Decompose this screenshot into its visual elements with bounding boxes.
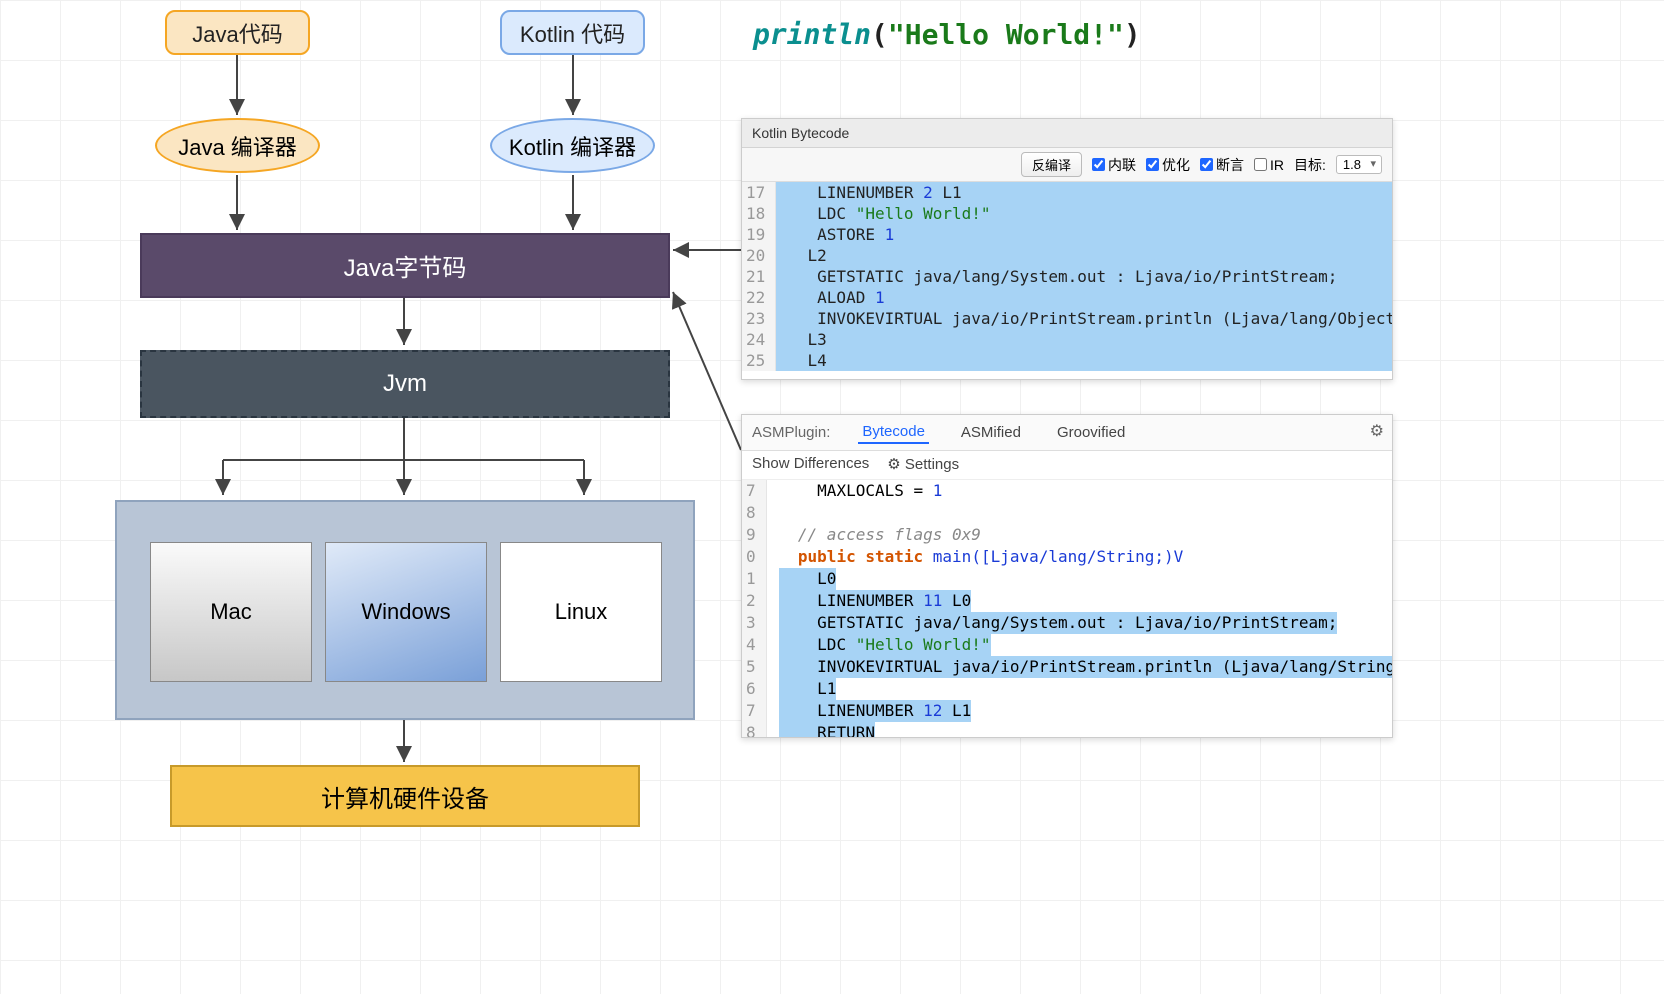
kotlin-code-area: 171819202122232425 LINENUMBER 2 L1 LDC "… [742,182,1392,371]
jvm-label: Jvm [383,370,427,398]
opt-checkbox[interactable]: 优化 [1146,155,1190,175]
windows-os-node[interactable]: Windows [325,542,487,682]
linux-label: Linux [555,599,608,625]
diagram-canvas: Java代码 Kotlin 代码 Java 编译器 Kotlin 编译器 Jav… [0,0,1664,994]
mac-os-node[interactable]: Mac [150,542,312,682]
show-diff-link[interactable]: Show Differences [752,455,869,473]
java-bytecode-node[interactable]: Java字节码 [140,233,670,298]
snippet-string: "Hello World!" [888,18,1124,51]
snippet-fn: println [753,18,871,51]
kotlin-panel-toolbar: 反编译 内联 优化 断言 IR 目标: 1.8 [742,148,1392,182]
kotlin-gutter: 171819202122232425 [742,182,776,371]
inline-check-input[interactable] [1092,158,1105,171]
java-compiler-label: Java 编译器 [178,130,297,162]
target-select[interactable]: 1.8 [1336,155,1382,174]
kotlin-panel-title: Kotlin Bytecode [742,119,1392,148]
tab-asmified[interactable]: ASMified [957,422,1025,443]
settings-link[interactable]: ⚙ Settings [887,455,959,473]
kotlin-code-label: Kotlin 代码 [520,17,625,49]
asm-code-area: 789012345678 MAXLOCALS = 1 // access fla… [742,480,1392,738]
tab-bytecode[interactable]: Bytecode [858,421,929,444]
kotlin-compiler-node[interactable]: Kotlin 编译器 [490,118,655,173]
inline-checkbox[interactable]: 内联 [1092,155,1136,175]
linux-os-node[interactable]: Linux [500,542,662,682]
code-snippet: println("Hello World!") [753,18,1141,51]
windows-label: Windows [361,599,450,625]
java-code-label: Java代码 [192,17,282,49]
assert-checkbox[interactable]: 断言 [1200,155,1244,175]
asm-plugin-panel: ASMPlugin: Bytecode ASMified Groovified … [741,414,1393,738]
decompile-button[interactable]: 反编译 [1021,152,1082,177]
kotlin-code-node[interactable]: Kotlin 代码 [500,10,645,55]
asm-plugin-label: ASMPlugin: [752,424,830,441]
assert-check-input[interactable] [1200,158,1213,171]
tab-groovified[interactable]: Groovified [1053,422,1129,443]
hardware-node[interactable]: 计算机硬件设备 [170,765,640,827]
asm-code-body[interactable]: MAXLOCALS = 1 // access flags 0x9 public… [767,480,1393,738]
bytecode-label: Java字节码 [344,248,467,283]
asm-tabs: ASMPlugin: Bytecode ASMified Groovified … [742,415,1392,451]
jvm-node[interactable]: Jvm [140,350,670,418]
kotlin-bytecode-panel: Kotlin Bytecode 反编译 内联 优化 断言 IR 目标: 1.8 … [741,118,1393,380]
java-compiler-node[interactable]: Java 编译器 [155,118,320,173]
mac-label: Mac [210,599,252,625]
kotlin-code-body[interactable]: LINENUMBER 2 L1 LDC "Hello World!" ASTOR… [776,182,1393,371]
close-paren: ) [1124,18,1141,51]
asm-subtoolbar: Show Differences ⚙ Settings [742,451,1392,480]
target-label: 目标: [1294,155,1326,175]
kotlin-compiler-label: Kotlin 编译器 [509,130,636,162]
gear-icon[interactable]: ⚙ [1370,421,1384,441]
hardware-label: 计算机硬件设备 [321,779,489,814]
opt-check-input[interactable] [1146,158,1159,171]
ir-checkbox[interactable]: IR [1254,157,1284,173]
open-paren: ( [871,18,888,51]
java-code-node[interactable]: Java代码 [165,10,310,55]
asm-gutter: 789012345678 [742,480,767,738]
ir-check-input[interactable] [1254,158,1267,171]
